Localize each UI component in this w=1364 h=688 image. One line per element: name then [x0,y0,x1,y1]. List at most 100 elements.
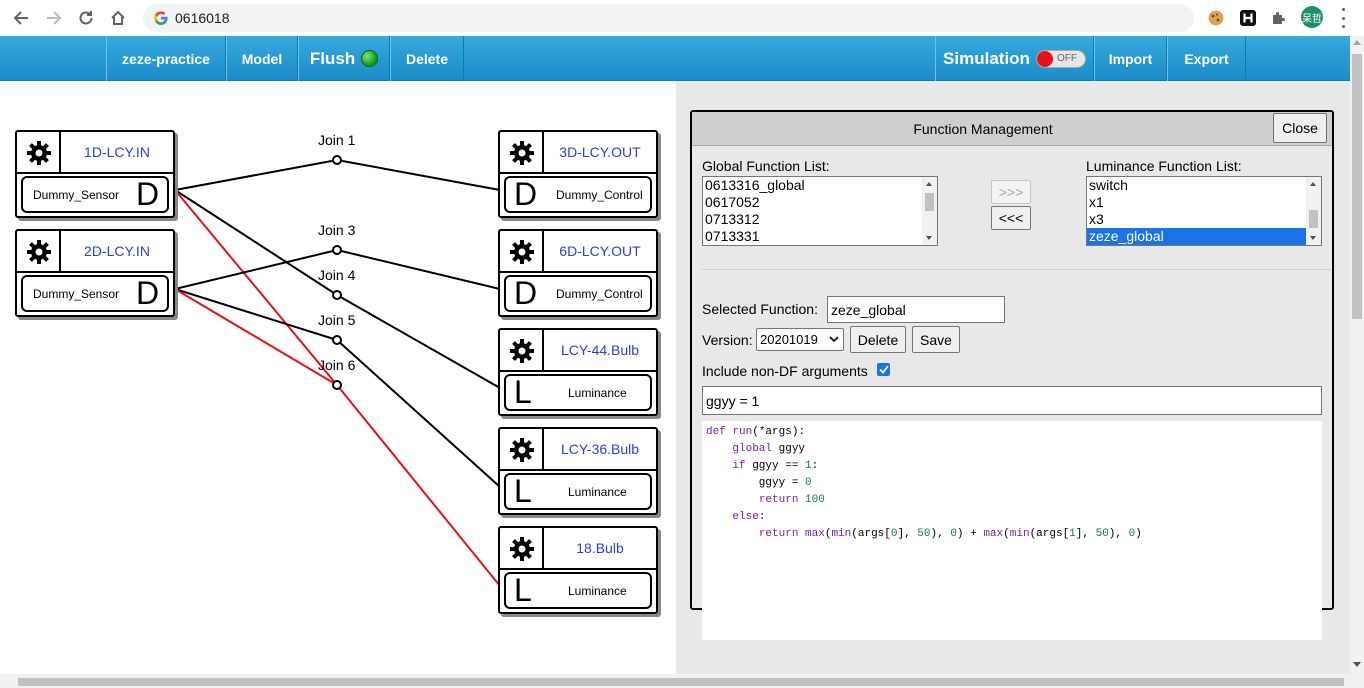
device-feature[interactable]: L Luminance [504,374,652,411]
move-to-global-button[interactable]: <<< [991,206,1031,230]
page-horizontal-scrollbar[interactable] [0,674,1364,688]
join-label[interactable]: Join 5 [318,312,355,328]
join-label[interactable]: Join 1 [318,132,355,148]
h-extension-icon[interactable] [1237,7,1259,29]
arguments-textarea[interactable]: ggyy = 1 [702,386,1322,415]
global-function-list[interactable]: 0613316_global 0617052 0713312 0713331 [702,176,938,246]
device-title[interactable]: 1D-LCY.IN [61,132,173,172]
feature-function: Luminance [568,583,627,598]
version-value: 20201019 [760,332,818,347]
link-line-red[interactable] [174,189,338,386]
list-scrollbar[interactable] [922,177,937,245]
code-line: if ggyy == 1: [732,460,819,472]
page-vertical-scrollbar[interactable] [1350,36,1364,674]
gear-icon[interactable] [504,136,540,170]
device-title[interactable]: 6D-LCY.OUT [544,231,656,271]
global-list-label: Global Function List: [702,158,830,174]
device-feature[interactable]: Dummy_Sensor D [21,275,169,312]
link-line[interactable] [174,159,338,191]
list-item[interactable]: 0613316_global [703,177,937,194]
feature-function: Luminance [568,385,627,400]
feature-function: Dummy_Control [556,187,643,202]
export-menu[interactable]: Export [1167,36,1246,81]
checkmark-icon [878,365,889,374]
panel-title: Function Management [913,121,1053,137]
feature-type-letter: L [514,473,532,509]
gear-icon[interactable] [504,235,540,269]
code-line: else: [732,511,766,523]
feature-function: Dummy_Sensor [33,187,120,202]
gear-icon[interactable] [504,334,540,368]
device-node[interactable]: 1D-LCY.IN Dummy_Sensor D [15,130,175,218]
close-button[interactable]: Close [1273,113,1327,143]
device-feature[interactable]: D Dummy_Control [504,275,652,312]
device-feature[interactable]: D Dummy_Control [504,176,652,213]
gear-icon[interactable] [504,532,540,566]
device-node[interactable]: 3D-LCY.OUT D Dummy_Control [498,130,658,218]
browser-menu-icon[interactable] [1337,8,1349,28]
code-line: return max(min(args[0], 50), 0) + max(mi… [758,528,1142,540]
device-feature[interactable]: L Luminance [504,473,652,510]
device-node[interactable]: 18.Bulb L Luminance [498,526,658,614]
feature-function: Dummy_Sensor [33,286,120,301]
version-select[interactable]: 20201019 [756,328,844,351]
list-item-selected[interactable]: zeze_global [1087,228,1321,245]
save-button[interactable]: Save [912,326,960,353]
simulation-toggle[interactable]: OFF [1035,49,1086,68]
gear-icon[interactable] [21,136,57,170]
device-feature[interactable]: L Luminance [504,572,652,609]
device-title[interactable]: LCY-36.Bulb [544,429,656,469]
gear-icon[interactable] [21,235,57,269]
code-editor[interactable]: def run(*args): global ggyy if ggyy == 1… [702,421,1322,640]
device-title[interactable]: 18.Bulb [544,528,656,568]
cookie-extension-icon[interactable] [1205,7,1227,29]
feature-type-letter: L [514,572,532,608]
link-line[interactable] [174,249,338,290]
link-line[interactable] [336,159,501,191]
link-line-red[interactable] [336,384,501,587]
list-scrollbar[interactable] [1306,177,1321,245]
import-menu[interactable]: Import [1094,36,1167,81]
device-title[interactable]: 2D-LCY.IN [61,231,173,271]
include-nondf-checkbox[interactable] [877,363,890,376]
join-label[interactable]: Join 6 [318,357,355,373]
move-to-luminance-button[interactable]: >>> [991,180,1031,204]
simulation-menu: Simulation OFF [935,36,1094,81]
join-label[interactable]: Join 4 [318,267,355,283]
device-node[interactable]: LCY-36.Bulb L Luminance [498,427,658,515]
link-line[interactable] [336,249,501,290]
device-node[interactable]: 2D-LCY.IN Dummy_Sensor D [15,229,175,317]
list-item[interactable]: x1 [1087,194,1321,211]
list-item[interactable]: x3 [1087,211,1321,228]
extensions-puzzle-icon[interactable] [1268,7,1290,29]
delete-version-button[interactable]: Delete [850,326,906,353]
link-line[interactable] [336,339,501,488]
device-node[interactable]: LCY-44.Bulb L Luminance [498,328,658,416]
join-label[interactable]: Join 3 [318,222,355,238]
link-line[interactable] [336,294,501,389]
luminance-list-label: Luminance Function List: [1086,158,1242,174]
device-title[interactable]: LCY-44.Bulb [544,330,656,370]
list-item[interactable]: 0713312 [703,211,937,228]
join-point[interactable] [332,155,342,165]
join-point[interactable] [332,245,342,255]
gear-icon[interactable] [504,433,540,467]
list-item[interactable]: 0617052 [703,194,937,211]
device-feature[interactable]: Dummy_Sensor D [21,176,169,213]
link-line[interactable] [174,288,338,341]
profile-avatar[interactable]: 呆哲 [1301,6,1323,28]
simulation-label: Simulation [943,48,1030,68]
list-item[interactable]: switch [1087,177,1321,194]
link-line-red[interactable] [174,288,338,386]
device-node[interactable]: 6D-LCY.OUT D Dummy_Control [498,229,658,317]
selected-function-input[interactable]: zeze_global [827,296,1005,323]
join-point[interactable] [332,380,342,390]
link-line[interactable] [174,189,338,296]
join-point[interactable] [332,290,342,300]
luminance-function-list[interactable]: switch x1 x3 zeze_global [1086,176,1322,246]
list-item[interactable]: 0713331 [703,228,937,245]
device-title[interactable]: 3D-LCY.OUT [544,132,656,172]
feature-type-letter: D [514,176,538,212]
code-line: return 100 [758,494,825,506]
join-point[interactable] [332,335,342,345]
